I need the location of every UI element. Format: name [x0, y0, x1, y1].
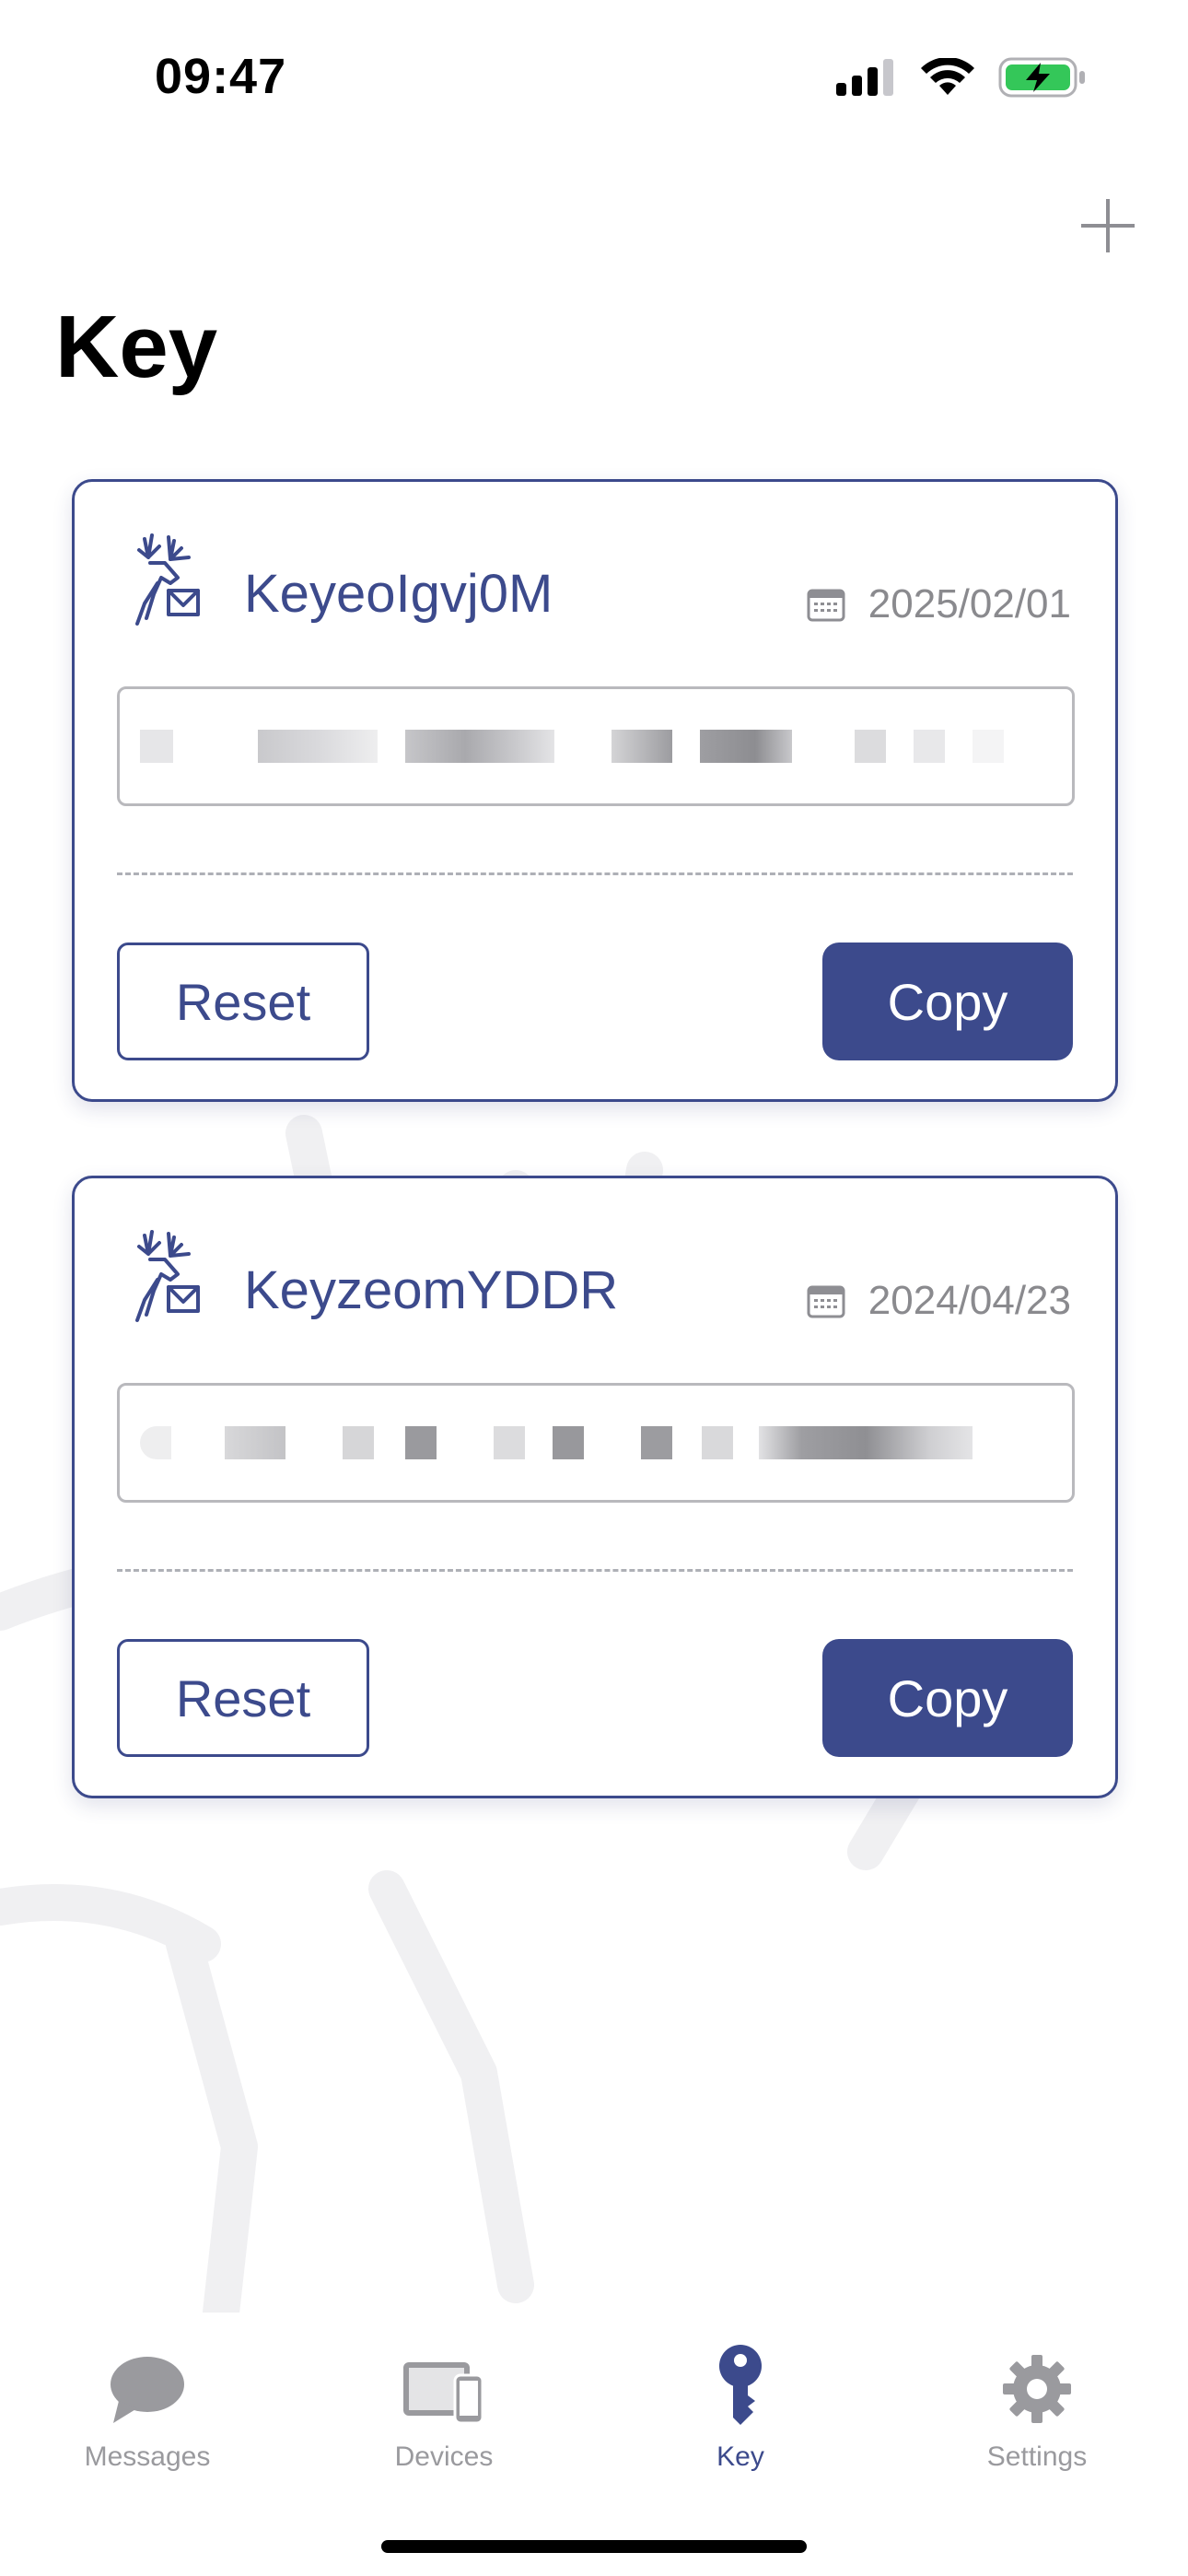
tab-key[interactable]: Key	[639, 2340, 842, 2473]
home-indicator[interactable]	[381, 2540, 807, 2553]
tab-bar: Messages Devices Key Settings	[0, 2340, 1188, 2506]
page-title: Key	[55, 298, 218, 396]
plus-icon	[1081, 199, 1135, 252]
key-value-field[interactable]	[117, 1383, 1075, 1503]
tab-settings[interactable]: Settings	[936, 2340, 1138, 2473]
status-time: 09:47	[155, 49, 287, 104]
calendar-icon	[807, 589, 845, 622]
tab-devices[interactable]: Devices	[343, 2340, 545, 2473]
date-text: 2025/02/01	[868, 581, 1071, 626]
key-name: KeyeoIgvj0M	[244, 564, 553, 624]
key-date: 2025/02/01	[806, 581, 1071, 627]
cellular-signal-icon	[836, 59, 893, 96]
status-icons	[836, 57, 1087, 98]
key-value-field[interactable]	[117, 686, 1075, 806]
redacted-key-text	[405, 730, 554, 763]
redacted-key-text	[140, 1426, 171, 1459]
redacted-key-text	[258, 730, 378, 763]
redacted-key-text	[700, 730, 792, 763]
redacted-key-text	[641, 1426, 672, 1459]
tab-messages[interactable]: Messages	[46, 2340, 249, 2473]
copy-button[interactable]: Copy	[822, 943, 1073, 1060]
divider	[117, 872, 1073, 875]
redacted-key-text	[759, 1426, 973, 1459]
redacted-key-text	[611, 730, 672, 763]
devices-icon	[403, 2362, 484, 2425]
redacted-key-text	[702, 1426, 733, 1459]
status-bar: 09:47	[0, 0, 1188, 157]
redacted-key-text	[914, 730, 945, 763]
reset-button[interactable]: Reset	[117, 943, 369, 1060]
deer-mail-icon	[135, 533, 200, 626]
add-key-button[interactable]	[1076, 193, 1140, 258]
chat-bubble-icon	[111, 2357, 184, 2423]
tab-label: Devices	[394, 2441, 494, 2472]
redacted-key-text	[494, 1426, 525, 1459]
redacted-key-text	[405, 1426, 437, 1459]
key-card: KeyeoIgvj0M 2025/02/01 Reset Copy	[72, 479, 1118, 1102]
calendar-icon	[807, 1285, 845, 1318]
key-date: 2024/04/23	[806, 1278, 1071, 1324]
date-text: 2024/04/23	[868, 1278, 1071, 1323]
tab-label: Key	[716, 2441, 764, 2472]
redacted-key-text	[225, 1426, 285, 1459]
key-icon	[719, 2345, 762, 2425]
key-name: KeyzeomYDDR	[244, 1260, 619, 1320]
wifi-icon	[921, 58, 974, 95]
battery-charging-icon	[998, 57, 1085, 98]
gear-icon	[1003, 2355, 1071, 2423]
redacted-key-text	[855, 730, 886, 763]
redacted-key-text	[343, 1426, 374, 1459]
tab-label: Messages	[84, 2441, 211, 2472]
copy-button[interactable]: Copy	[822, 1639, 1073, 1757]
divider	[117, 1569, 1073, 1572]
tab-label: Settings	[986, 2441, 1088, 2472]
reset-button[interactable]: Reset	[117, 1639, 369, 1757]
redacted-key-text	[553, 1426, 584, 1459]
redacted-key-text	[973, 730, 1004, 763]
redacted-key-text	[140, 730, 173, 763]
key-card: KeyzeomYDDR 2024/04/23 Reset Copy	[72, 1176, 1118, 1798]
deer-mail-icon	[135, 1230, 200, 1322]
